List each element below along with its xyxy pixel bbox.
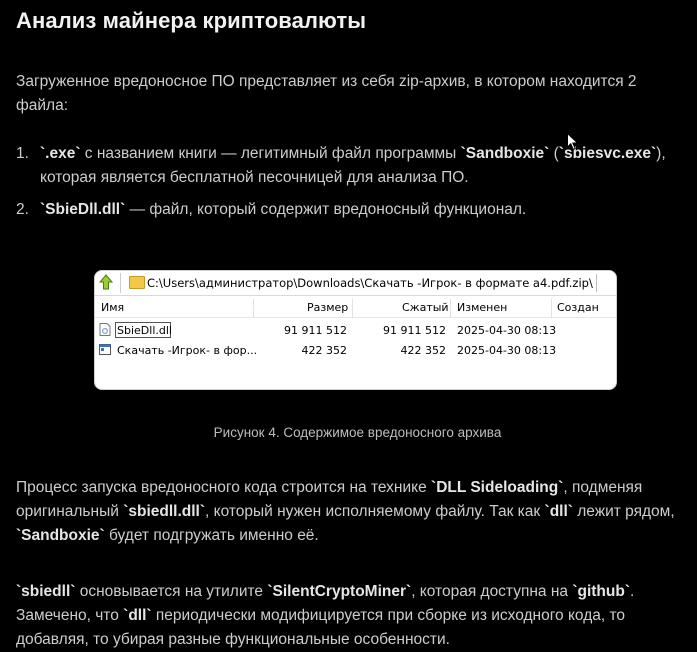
table-row[interactable]: SbieDll.dll 91 911 512 91 911 512 2025-0… — [95, 320, 616, 340]
up-arrow-icon[interactable] — [97, 273, 115, 291]
text-run: , которая доступна на — [411, 583, 573, 600]
article-title: Анализ майнера криптовалюты — [16, 8, 367, 33]
text-run: лежит рядом, — [572, 503, 675, 520]
folder-icon — [129, 276, 145, 289]
file-name[interactable]: Скачать -Игрок- в фор... — [117, 344, 257, 357]
column-header-created[interactable]: Создан — [557, 301, 599, 314]
inline-code: `github` — [572, 583, 630, 600]
list-number: 2. — [16, 201, 29, 218]
inline-code: `SbieDll.dll` — [40, 201, 126, 218]
inline-code: `Sandboxie` — [16, 527, 105, 544]
inline-code: `sbiedll.dll` — [123, 503, 205, 520]
file-list: 1. `.exe` с названием книги — легитимный… — [16, 142, 676, 230]
column-header-name[interactable]: Имя — [101, 301, 124, 314]
file-modified: 2025-04-30 08:13 — [457, 344, 557, 357]
list-number: 1. — [16, 145, 29, 162]
inline-code: `.exe` — [40, 145, 81, 162]
file-packed-size: 91 911 512 — [383, 324, 446, 337]
column-header-packed[interactable]: Сжатый — [402, 301, 449, 314]
column-header-modified[interactable]: Изменен — [457, 301, 507, 314]
text-run: , который нужен исполняемому файлу. Так … — [205, 503, 545, 520]
inline-code: `SilentCryptoMiner` — [267, 583, 412, 600]
intro-paragraph: Загруженное вредоносное ПО представляет … — [16, 73, 637, 114]
paragraph-silentcryptominer: `sbiedll` основывается на утилите `Silen… — [16, 580, 688, 652]
address-divider — [596, 274, 597, 292]
text-run: ( — [549, 145, 559, 162]
text-run: будет подгружать именно её. — [104, 527, 319, 544]
inline-code: `sbiedll` — [16, 583, 76, 600]
address-bar[interactable]: C:\Users\администратор\Downloads\Скачать… — [95, 271, 616, 296]
file-modified: 2025-04-30 08:13 — [457, 324, 557, 337]
inline-code: `dll` — [544, 503, 573, 520]
dll-file-icon — [99, 323, 111, 336]
text-run: основывается на утилите — [75, 583, 268, 600]
inline-code: `DLL Sideloading` — [431, 479, 564, 496]
column-header-row: Имя Размер Сжатый Изменен Создан — [95, 297, 616, 318]
list-item-text: `SbieDll.dll` — файл, который содержит в… — [40, 201, 526, 218]
figure-caption: Рисунок 4. Содержимое вредоносного архив… — [213, 425, 502, 440]
inline-code: `dll` — [123, 607, 152, 624]
file-name[interactable]: SbieDll.dll — [117, 324, 172, 337]
file-size: 91 911 512 — [284, 324, 347, 337]
archive-explorer-window: C:\Users\администратор\Downloads\Скачать… — [94, 270, 617, 390]
address-path[interactable]: C:\Users\администратор\Downloads\Скачать… — [147, 276, 593, 290]
list-item-text: `.exe` с названием книги — легитимный фа… — [40, 145, 666, 186]
list-item: 2. `SbieDll.dll` — файл, который содержи… — [16, 198, 676, 222]
table-row[interactable]: Скачать -Игрок- в фор... 422 352 422 352… — [95, 340, 616, 360]
exe-file-icon — [99, 344, 111, 355]
text-run: — файл, который содержит вредоносный фун… — [125, 201, 527, 218]
mouse-cursor-icon — [567, 133, 579, 151]
text-run: Процесс запуска вредоносного кода строит… — [16, 479, 432, 496]
paragraph-dll-sideloading: Процесс запуска вредоносного кода строит… — [16, 476, 688, 548]
text-run: с названием книги — легитимный файл прог… — [80, 145, 461, 162]
inline-code: `Sandboxie` — [460, 145, 550, 162]
file-size: 422 352 — [301, 344, 348, 357]
file-packed-size: 422 352 — [400, 344, 447, 357]
column-header-size[interactable]: Размер — [307, 301, 348, 314]
